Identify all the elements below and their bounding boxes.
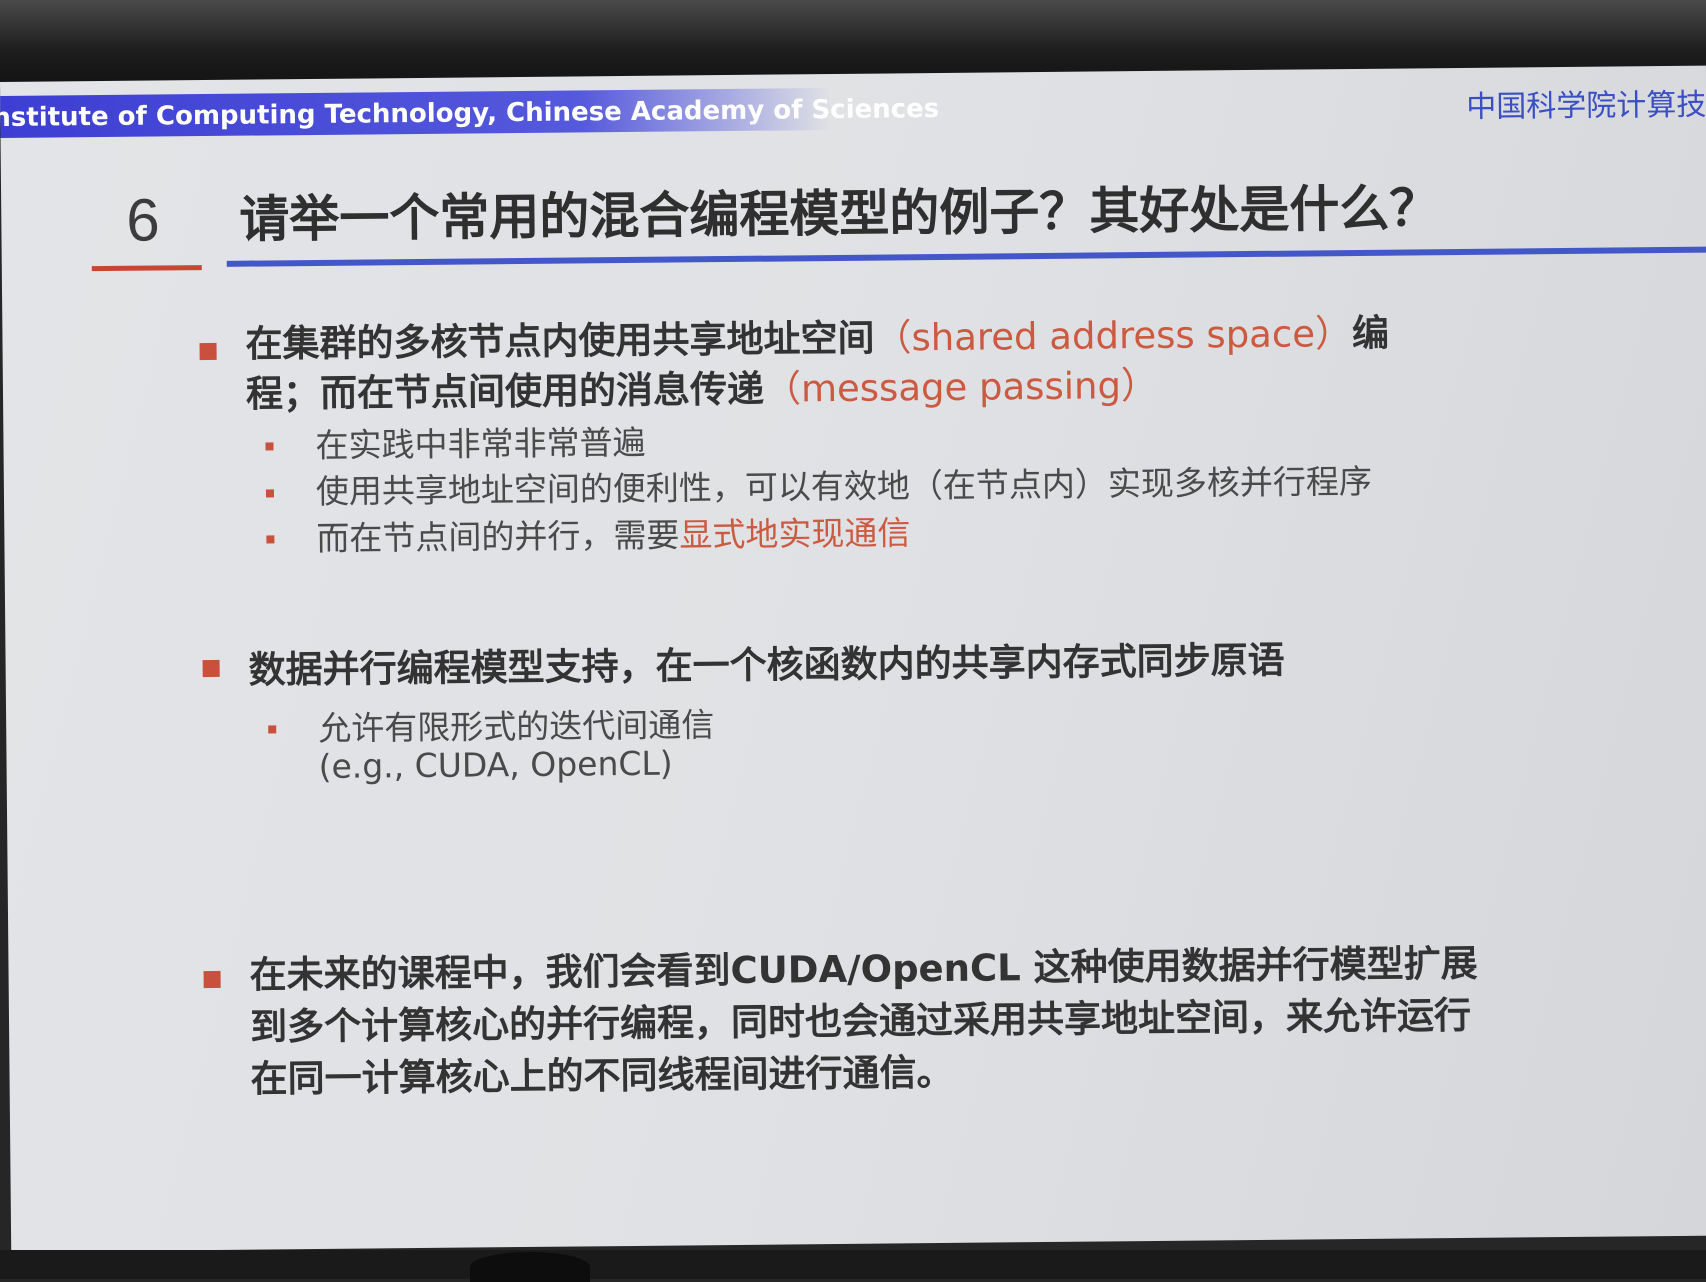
bullet-1-sub-2: 使用共享地址空间的便利性，可以有效地（在节点内）实现多核并行程序 bbox=[315, 461, 1373, 511]
slide-title: 请举一个常用的混合编程模型的例子？其好处是什么？ bbox=[239, 179, 1440, 249]
bullet-1-sub-3: 而在节点间的并行，需要显式地实现通信 bbox=[316, 506, 910, 560]
bullet-1-sub-3-text: 而在节点间的并行，需要 bbox=[316, 515, 680, 558]
room-bottom-edge bbox=[0, 1250, 1706, 1279]
bullet-square-icon bbox=[199, 342, 217, 361]
institute-name-cn: 中国科学院计算技 bbox=[1466, 87, 1706, 125]
bullet-square-icon bbox=[203, 970, 221, 989]
bullet-1-highlight-1: （shared address space） bbox=[874, 312, 1353, 360]
bullet-1-highlight-2: （message passing） bbox=[763, 363, 1159, 411]
bullet-2-sub-2: (e.g., CUDA, OpenCL) bbox=[318, 743, 673, 786]
audience-head-silhouette bbox=[470, 1252, 590, 1282]
bullet-3: 在未来的课程中，我们会看到CUDA/OpenCL 这种使用数据并行模型扩展到多个… bbox=[249, 941, 1478, 1101]
bullet-square-icon bbox=[202, 659, 220, 678]
presentation-slide: nstitute of Computing Technology, Chines… bbox=[0, 65, 1706, 1252]
sub-bullet-icon bbox=[265, 442, 274, 451]
bullet-1: 在集群的多核节点内使用共享地址空间（shared address space）编… bbox=[245, 308, 1426, 419]
question-number: 6 bbox=[126, 186, 161, 254]
bullet-2: 数据并行编程模型支持，在一个核函数内的共享内存式同步原语 bbox=[248, 638, 1285, 692]
sub-bullet-icon bbox=[265, 489, 274, 498]
bullet-1-prefix: 在集群的多核节点内使用共享地址空间 bbox=[245, 316, 875, 366]
sub-bullet-icon bbox=[266, 535, 275, 544]
question-number-underline bbox=[91, 265, 202, 272]
bullet-1-sub-1: 在实践中非常非常普遍 bbox=[315, 422, 646, 465]
sub-bullet-icon bbox=[268, 725, 277, 734]
bullet-2-sub-1: 允许有限形式的迭代间通信 bbox=[318, 705, 715, 748]
bullet-1-sub-3-highlight: 显式地实现通信 bbox=[679, 513, 911, 555]
